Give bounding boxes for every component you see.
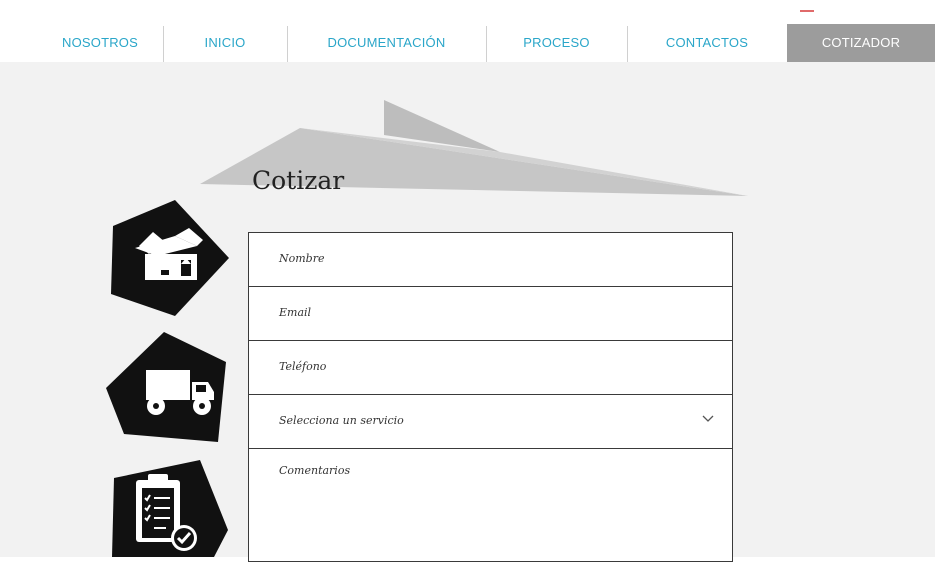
email-placeholder: Email xyxy=(279,306,312,319)
main-content: Cotizar Nombre Email Teléfono Selecciona… xyxy=(0,62,935,562)
package-box-icon xyxy=(111,200,229,316)
nav-item-inicio[interactable]: INICIO xyxy=(165,24,285,62)
name-field[interactable]: Nombre xyxy=(249,233,732,287)
clipboard-checklist-icon xyxy=(112,460,228,557)
top-navigation: NOSOTROS INICIO DOCUMENTACIÓN PROCESO CO… xyxy=(0,0,935,62)
nav-divider xyxy=(627,26,628,62)
nav-divider xyxy=(486,26,487,62)
quote-form: Nombre Email Teléfono Selecciona un serv… xyxy=(248,232,733,562)
phone-field[interactable]: Teléfono xyxy=(249,341,732,395)
form-title: Cotizar xyxy=(252,166,345,195)
nav-item-documentacion[interactable]: DOCUMENTACIÓN xyxy=(289,24,484,62)
nav-item-nosotros[interactable]: NOSOTROS xyxy=(40,24,160,62)
nav-divider xyxy=(287,26,288,62)
red-mark-icon xyxy=(800,10,814,12)
nav-item-proceso[interactable]: PROCESO xyxy=(488,24,625,62)
nav-item-contactos[interactable]: CONTACTOS xyxy=(629,24,785,62)
phone-placeholder: Teléfono xyxy=(279,360,327,373)
comments-textarea[interactable] xyxy=(249,449,732,561)
service-select[interactable]: Selecciona un servicio xyxy=(249,395,732,449)
nav-divider xyxy=(163,26,164,62)
delivery-truck-icon xyxy=(106,332,226,442)
service-placeholder: Selecciona un servicio xyxy=(279,414,404,427)
chevron-down-icon[interactable] xyxy=(702,415,714,423)
nav-item-cotizador[interactable]: COTIZADOR xyxy=(787,24,935,62)
name-placeholder: Nombre xyxy=(279,252,325,265)
email-field[interactable]: Email xyxy=(249,287,732,341)
